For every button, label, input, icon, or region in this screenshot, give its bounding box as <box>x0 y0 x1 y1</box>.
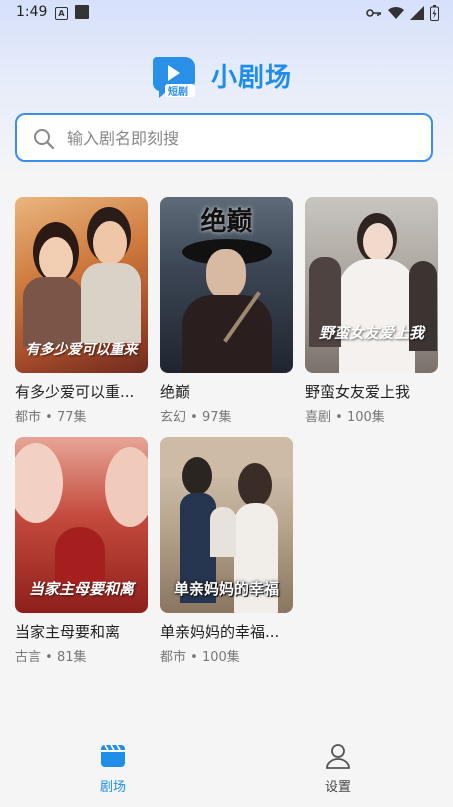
drama-name: 野蛮女友爱上我 <box>305 383 411 401</box>
drama-name: 当家主母要和离 <box>15 623 121 641</box>
drama-name: 绝巅 <box>160 383 191 401</box>
nav-theater[interactable]: 剧场 <box>83 743 143 795</box>
user-icon <box>326 744 350 769</box>
drama-name: 有多少爱可以重... <box>15 383 135 401</box>
status-time: 1:49 <box>16 4 48 20</box>
logo-badge-text: 短剧 <box>168 87 188 98</box>
drama-poster[interactable]: 有多少爱可以重来 <box>15 197 148 373</box>
poster-title: 单亲妈妈的幸福 <box>173 580 279 598</box>
poster-title: 有多少爱可以重来 <box>25 342 138 358</box>
drama-poster[interactable]: 单亲妈妈的幸福 <box>160 437 293 613</box>
search-icon <box>34 129 55 150</box>
key-icon <box>366 9 381 17</box>
drama-name: 单亲妈妈的幸福... <box>160 623 280 641</box>
theater-icon <box>101 744 125 767</box>
signal-icon <box>410 6 424 20</box>
drama-meta: 喜剧 • 100集 <box>305 410 385 425</box>
nav-settings[interactable]: 设置 <box>308 743 368 795</box>
app-title: 小剧场 <box>211 63 293 93</box>
drama-card[interactable]: 当家主母要和离 当家主母要和离 古言 • 81集 <box>15 437 148 665</box>
drama-meta: 都市 • 100集 <box>160 650 240 665</box>
drama-poster[interactable]: 野蛮女友爱上我 <box>305 197 438 373</box>
nav-label: 设置 <box>324 780 351 795</box>
bottom-nav: 剧场 设置 <box>0 727 453 807</box>
poster-title: 绝巅 <box>200 207 253 237</box>
drama-poster[interactable]: 当家主母要和离 <box>15 437 148 613</box>
notification-a-icon: A <box>55 7 68 20</box>
wifi-icon <box>388 6 404 20</box>
poster-title: 当家主母要和离 <box>28 580 134 598</box>
search-input[interactable] <box>65 125 419 151</box>
search-box[interactable] <box>15 113 433 162</box>
drama-meta: 都市 • 77集 <box>15 410 87 425</box>
battery-icon <box>430 5 439 21</box>
drama-meta: 玄幻 • 97集 <box>160 410 232 425</box>
drama-card[interactable]: 野蛮女友爱上我 野蛮女友爱上我 喜剧 • 100集 <box>305 197 438 425</box>
drama-card[interactable]: 有多少爱可以重来 有多少爱可以重... 都市 • 77集 <box>15 197 148 425</box>
drama-poster[interactable]: 绝巅 <box>160 197 293 373</box>
drama-card[interactable]: 绝巅 绝巅 玄幻 • 97集 <box>160 197 293 425</box>
drama-card[interactable]: 单亲妈妈的幸福 单亲妈妈的幸福... 都市 • 100集 <box>160 437 293 665</box>
poster-title: 野蛮女友爱上我 <box>318 324 424 342</box>
notification-square-icon <box>75 5 89 19</box>
drama-meta: 古言 • 81集 <box>15 650 87 665</box>
status-bar: 1:49 A <box>0 0 453 26</box>
nav-label: 剧场 <box>99 780 126 795</box>
